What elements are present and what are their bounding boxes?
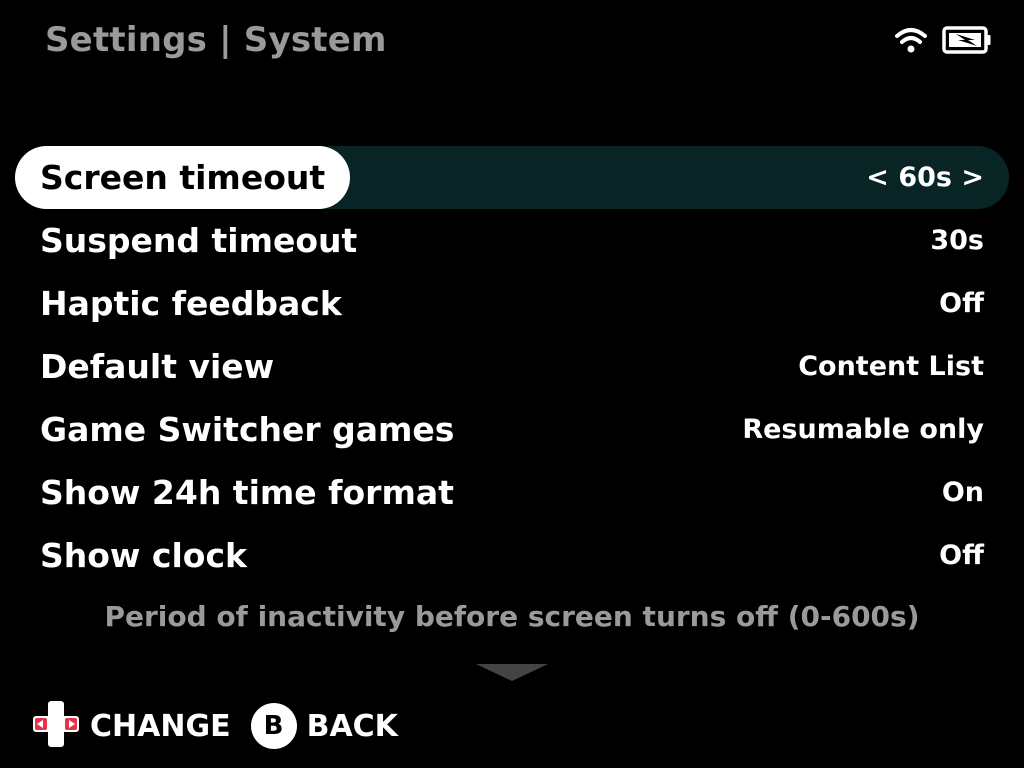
setting-value[interactable]: Content List xyxy=(798,351,1009,382)
setting-description: Period of inactivity before screen turns… xyxy=(104,600,920,633)
setting-row-default-view[interactable]: Default view Content List xyxy=(15,335,1009,398)
setting-label: Show clock xyxy=(40,536,247,575)
setting-label: Suspend timeout xyxy=(40,221,358,260)
setting-label: Haptic feedback xyxy=(40,284,342,323)
setting-label: Screen timeout xyxy=(15,146,351,209)
status-bar xyxy=(894,24,992,60)
setting-row-haptic-feedback[interactable]: Haptic feedback Off xyxy=(15,272,1009,335)
setting-value[interactable]: Off xyxy=(939,540,1009,571)
battery-charging-icon xyxy=(942,25,992,59)
b-button-icon: B xyxy=(250,703,297,749)
setting-label: Show 24h time format xyxy=(40,473,454,512)
setting-label: Game Switcher games xyxy=(40,410,455,449)
back-hint-label: BACK xyxy=(306,708,398,744)
setting-label: Default view xyxy=(40,347,275,386)
dpad-icon xyxy=(32,700,80,752)
setting-row-screen-timeout[interactable]: Screen timeout < 60s > xyxy=(15,146,1009,209)
setting-value[interactable]: On xyxy=(942,477,1009,508)
setting-value[interactable]: Off xyxy=(939,288,1009,319)
change-hint-label: CHANGE xyxy=(90,708,231,744)
setting-row-game-switcher-games[interactable]: Game Switcher games Resumable only xyxy=(15,398,1009,461)
setting-value[interactable]: < 60s > xyxy=(866,162,1009,193)
setting-row-show-clock[interactable]: Show clock Off xyxy=(15,524,1009,587)
setting-value[interactable]: 30s xyxy=(930,225,1009,256)
setting-value[interactable]: Resumable only xyxy=(742,414,1009,445)
settings-list: Screen timeout < 60s > Suspend timeout 3… xyxy=(15,146,1009,587)
footer-hints: CHANGE B BACK xyxy=(32,700,418,752)
wifi-icon xyxy=(894,26,928,58)
setting-row-show-24h-time-format[interactable]: Show 24h time format On xyxy=(15,461,1009,524)
setting-row-suspend-timeout[interactable]: Suspend timeout 30s xyxy=(15,209,1009,272)
scroll-down-indicator-icon xyxy=(476,662,548,686)
page-title: Settings | System xyxy=(45,20,387,60)
